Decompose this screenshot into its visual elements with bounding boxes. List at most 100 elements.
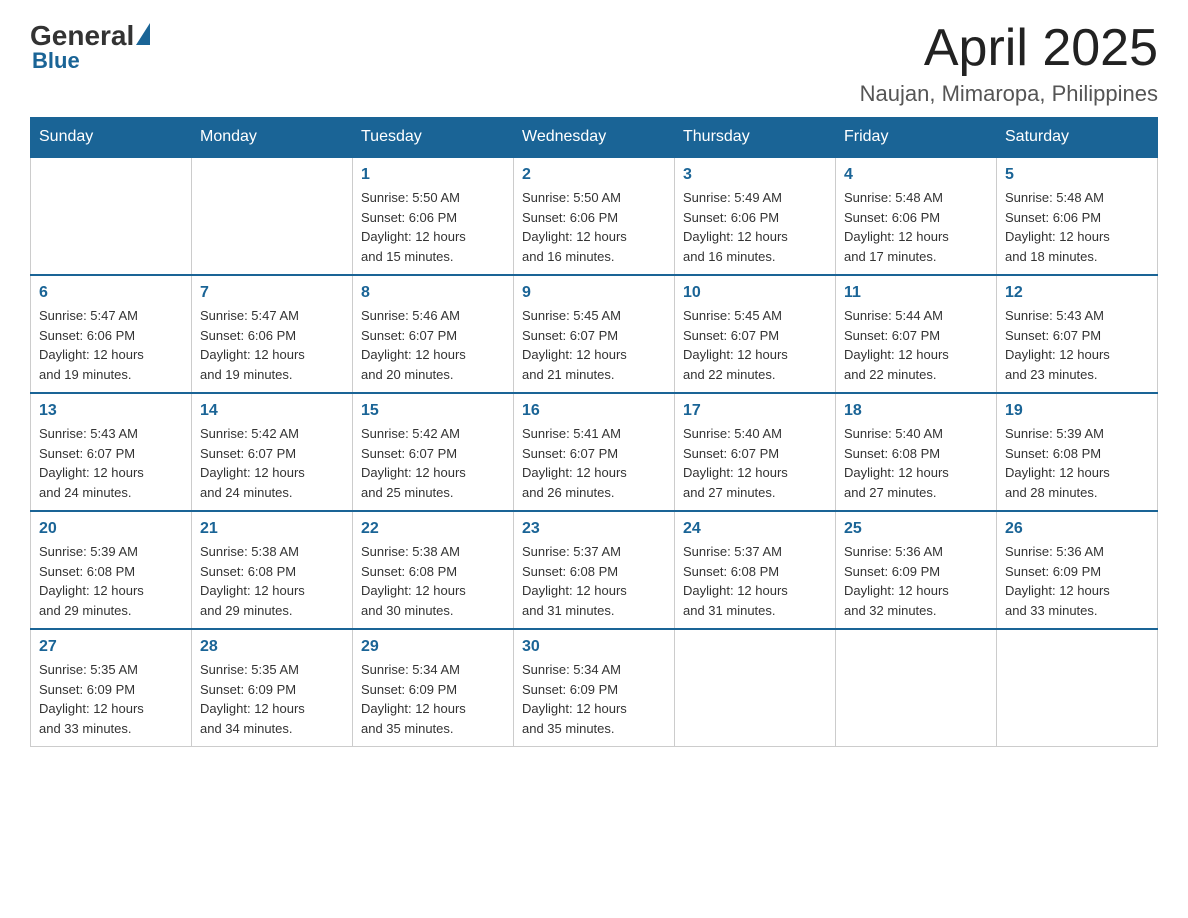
day-number: 25: [844, 520, 988, 538]
day-number: 24: [683, 520, 827, 538]
calendar-cell: 8 Sunrise: 5:46 AMSunset: 6:07 PMDaylight…: [353, 275, 514, 393]
calendar-cell: 15 Sunrise: 5:42 AMSunset: 6:07 PMDayligh…: [353, 393, 514, 511]
title-section: April 2025 Naujan, Mimaropa, Philippines: [860, 20, 1158, 107]
day-info: Sunrise: 5:36 AMSunset: 6:09 PMDaylight:…: [1005, 542, 1149, 620]
calendar-week-row-1: 1 Sunrise: 5:50 AMSunset: 6:06 PMDaylight…: [31, 157, 1158, 275]
day-number: 6: [39, 284, 183, 302]
calendar-week-row-2: 6 Sunrise: 5:47 AMSunset: 6:06 PMDaylight…: [31, 275, 1158, 393]
day-info: Sunrise: 5:45 AMSunset: 6:07 PMDaylight:…: [522, 306, 666, 384]
day-info: Sunrise: 5:47 AMSunset: 6:06 PMDaylight:…: [39, 306, 183, 384]
day-number: 18: [844, 402, 988, 420]
day-number: 9: [522, 284, 666, 302]
calendar-cell: 20Sunrise: 5:39 AMSunset: 6:08 PMDayligh…: [31, 511, 192, 629]
calendar-cell: 9 Sunrise: 5:45 AMSunset: 6:07 PMDaylight…: [514, 275, 675, 393]
day-info: Sunrise: 5:41 AMSunset: 6:07 PMDaylight:…: [522, 424, 666, 502]
day-info: Sunrise: 5:37 AMSunset: 6:08 PMDaylight:…: [683, 542, 827, 620]
calendar-cell: 11 Sunrise: 5:44 AMSunset: 6:07 PMDayligh…: [836, 275, 997, 393]
day-number: 11: [844, 284, 988, 302]
calendar-cell: 23 Sunrise: 5:37 AMSunset: 6:08 PMDayligh…: [514, 511, 675, 629]
day-info: Sunrise: 5:36 AMSunset: 6:09 PMDaylight:…: [844, 542, 988, 620]
day-info: Sunrise: 5:35 AMSunset: 6:09 PMDaylight:…: [200, 660, 344, 738]
day-info: Sunrise: 5:39 AMSunset: 6:08 PMDaylight:…: [39, 542, 183, 620]
day-number: 15: [361, 402, 505, 420]
calendar-cell: [192, 157, 353, 275]
day-info: Sunrise: 5:38 AMSunset: 6:08 PMDaylight:…: [361, 542, 505, 620]
day-number: 23: [522, 520, 666, 538]
logo-blue-text: Blue: [32, 48, 80, 74]
calendar-cell: [675, 629, 836, 747]
logo: General Blue: [30, 20, 150, 74]
calendar-cell: 4Sunrise: 5:48 AMSunset: 6:06 PMDaylight…: [836, 157, 997, 275]
calendar-header-row: SundayMondayTuesdayWednesdayThursdayFrid…: [31, 118, 1158, 158]
day-number: 8: [361, 284, 505, 302]
calendar-cell: 25 Sunrise: 5:36 AMSunset: 6:09 PMDayligh…: [836, 511, 997, 629]
day-info: Sunrise: 5:49 AMSunset: 6:06 PMDaylight:…: [683, 188, 827, 266]
day-number: 14: [200, 402, 344, 420]
calendar-cell: 26 Sunrise: 5:36 AMSunset: 6:09 PMDayligh…: [997, 511, 1158, 629]
day-info: Sunrise: 5:34 AMSunset: 6:09 PMDaylight:…: [361, 660, 505, 738]
day-info: Sunrise: 5:50 AMSunset: 6:06 PMDaylight:…: [361, 188, 505, 266]
calendar-cell: 27 Sunrise: 5:35 AMSunset: 6:09 PMDayligh…: [31, 629, 192, 747]
day-number: 26: [1005, 520, 1149, 538]
calendar-cell: 12 Sunrise: 5:43 AMSunset: 6:07 PMDayligh…: [997, 275, 1158, 393]
day-number: 16: [522, 402, 666, 420]
day-number: 27: [39, 638, 183, 656]
calendar-header-saturday: Saturday: [997, 118, 1158, 158]
calendar-cell: 29 Sunrise: 5:34 AMSunset: 6:09 PMDayligh…: [353, 629, 514, 747]
calendar-cell: 17 Sunrise: 5:40 AMSunset: 6:07 PMDayligh…: [675, 393, 836, 511]
day-number: 17: [683, 402, 827, 420]
calendar-cell: 16 Sunrise: 5:41 AMSunset: 6:07 PMDayligh…: [514, 393, 675, 511]
day-info: Sunrise: 5:42 AMSunset: 6:07 PMDaylight:…: [200, 424, 344, 502]
calendar-cell: 24 Sunrise: 5:37 AMSunset: 6:08 PMDayligh…: [675, 511, 836, 629]
calendar-cell: 10Sunrise: 5:45 AMSunset: 6:07 PMDayligh…: [675, 275, 836, 393]
day-number: 1: [361, 166, 505, 184]
day-info: Sunrise: 5:48 AMSunset: 6:06 PMDaylight:…: [1005, 188, 1149, 266]
day-info: Sunrise: 5:43 AMSunset: 6:07 PMDaylight:…: [39, 424, 183, 502]
page-header: General Blue April 2025 Naujan, Mimaropa…: [30, 20, 1158, 107]
calendar-cell: 7Sunrise: 5:47 AMSunset: 6:06 PMDaylight…: [192, 275, 353, 393]
day-info: Sunrise: 5:42 AMSunset: 6:07 PMDaylight:…: [361, 424, 505, 502]
day-info: Sunrise: 5:46 AMSunset: 6:07 PMDaylight:…: [361, 306, 505, 384]
calendar-cell: [836, 629, 997, 747]
calendar-header-monday: Monday: [192, 118, 353, 158]
day-info: Sunrise: 5:50 AMSunset: 6:06 PMDaylight:…: [522, 188, 666, 266]
day-info: Sunrise: 5:38 AMSunset: 6:08 PMDaylight:…: [200, 542, 344, 620]
calendar-cell: 6 Sunrise: 5:47 AMSunset: 6:06 PMDaylight…: [31, 275, 192, 393]
day-number: 2: [522, 166, 666, 184]
day-info: Sunrise: 5:40 AMSunset: 6:07 PMDaylight:…: [683, 424, 827, 502]
day-info: Sunrise: 5:43 AMSunset: 6:07 PMDaylight:…: [1005, 306, 1149, 384]
calendar-cell: 28 Sunrise: 5:35 AMSunset: 6:09 PMDayligh…: [192, 629, 353, 747]
calendar-header-friday: Friday: [836, 118, 997, 158]
day-info: Sunrise: 5:45 AMSunset: 6:07 PMDaylight:…: [683, 306, 827, 384]
calendar-cell: 1 Sunrise: 5:50 AMSunset: 6:06 PMDaylight…: [353, 157, 514, 275]
day-number: 19: [1005, 402, 1149, 420]
calendar-header-wednesday: Wednesday: [514, 118, 675, 158]
day-info: Sunrise: 5:34 AMSunset: 6:09 PMDaylight:…: [522, 660, 666, 738]
day-number: 3: [683, 166, 827, 184]
logo-triangle-icon: [136, 23, 150, 45]
calendar-cell: 3 Sunrise: 5:49 AMSunset: 6:06 PMDaylight…: [675, 157, 836, 275]
day-number: 13: [39, 402, 183, 420]
calendar-header-tuesday: Tuesday: [353, 118, 514, 158]
calendar-cell: 21 Sunrise: 5:38 AMSunset: 6:08 PMDayligh…: [192, 511, 353, 629]
day-info: Sunrise: 5:35 AMSunset: 6:09 PMDaylight:…: [39, 660, 183, 738]
day-number: 12: [1005, 284, 1149, 302]
calendar-cell: 14 Sunrise: 5:42 AMSunset: 6:07 PMDayligh…: [192, 393, 353, 511]
calendar-cell: 19 Sunrise: 5:39 AMSunset: 6:08 PMDayligh…: [997, 393, 1158, 511]
day-number: 29: [361, 638, 505, 656]
day-number: 21: [200, 520, 344, 538]
day-number: 28: [200, 638, 344, 656]
calendar-header-thursday: Thursday: [675, 118, 836, 158]
day-number: 30: [522, 638, 666, 656]
day-info: Sunrise: 5:37 AMSunset: 6:08 PMDaylight:…: [522, 542, 666, 620]
day-info: Sunrise: 5:48 AMSunset: 6:06 PMDaylight:…: [844, 188, 988, 266]
day-info: Sunrise: 5:44 AMSunset: 6:07 PMDaylight:…: [844, 306, 988, 384]
calendar-cell: 30 Sunrise: 5:34 AMSunset: 6:09 PMDayligh…: [514, 629, 675, 747]
day-number: 7: [200, 284, 344, 302]
calendar-cell: 22 Sunrise: 5:38 AMSunset: 6:08 PMDayligh…: [353, 511, 514, 629]
day-number: 22: [361, 520, 505, 538]
calendar-week-row-4: 20Sunrise: 5:39 AMSunset: 6:08 PMDayligh…: [31, 511, 1158, 629]
calendar-table: SundayMondayTuesdayWednesdayThursdayFrid…: [30, 117, 1158, 747]
calendar-cell: [997, 629, 1158, 747]
day-info: Sunrise: 5:39 AMSunset: 6:08 PMDaylight:…: [1005, 424, 1149, 502]
